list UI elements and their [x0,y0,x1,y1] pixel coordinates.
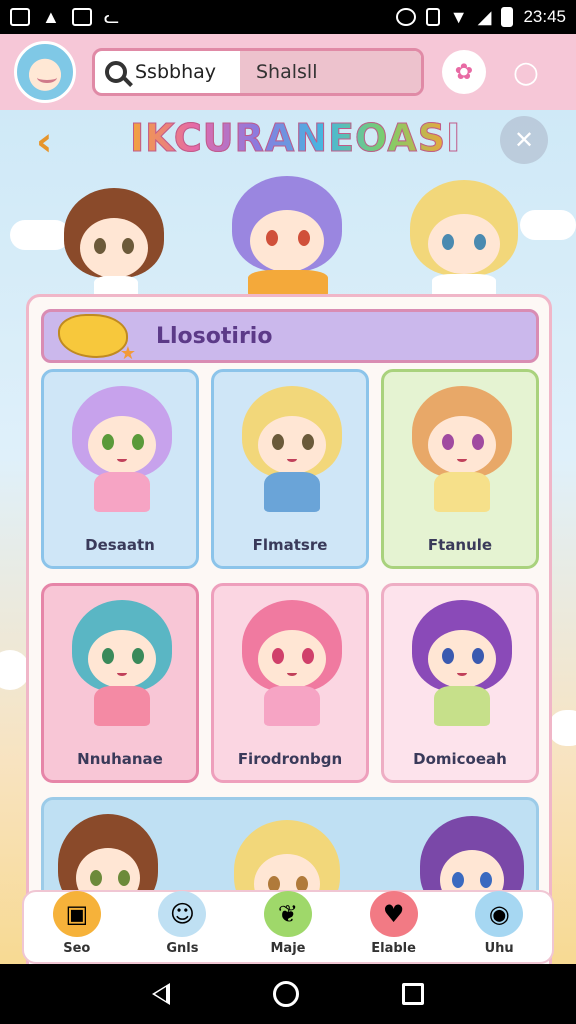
system-recents-icon[interactable] [402,983,425,1005]
nav-item-label: Elable [371,941,416,956]
page-title: IKCURANEOASI [130,116,462,161]
character-icon: ☺ [158,891,207,937]
nav-item[interactable]: ◉ Uhu [453,884,545,956]
blob-icon[interactable]: ✿ [442,50,486,94]
hero-character-purple [228,176,348,296]
search-tab[interactable]: Shalsll [240,51,421,93]
leaf-icon: ❦ [263,891,312,937]
candy-icon [58,314,136,364]
nav-item-label: Seo [63,941,91,956]
signal-icon: ◢ [477,6,492,27]
cloud-decoration [548,710,576,746]
character-card-label: Nnuhanae [77,750,163,768]
app-header: Ssbbhay Shalsll ✿ ○ [0,34,576,110]
hero-character-brown [60,188,170,298]
character-portrait [214,586,366,736]
drink-icon: ◉ [475,891,524,937]
character-card-label: Desaatn [85,536,155,554]
status-bar: ▲ ᓚ ▼ ◢ 23:45 [0,0,576,34]
nav-item[interactable]: ☺ Gnls [136,884,228,956]
character-portrait [384,586,536,736]
cat-icon: ᓚ [103,6,120,27]
character-portrait [384,372,536,522]
nav-item-label: Gnls [166,941,199,956]
character-card-label: Firodronbgn [237,750,343,768]
alarm-icon [395,8,416,26]
system-nav-bar [0,964,576,1024]
close-icon[interactable]: ✕ [500,116,548,164]
status-time: 23:45 [523,7,566,26]
section-header: Llosotirio [41,309,539,364]
photo-icon [71,8,92,26]
system-home-icon[interactable] [272,981,299,1007]
back-arrow-icon[interactable]: ‹ [36,122,68,162]
nav-item-label: Maje [270,941,306,956]
image-icon [10,8,30,26]
cloud-decoration [520,210,576,240]
character-card[interactable]: Desaatn [41,369,199,569]
balloon-icon[interactable]: ○ [504,50,548,94]
nav-item[interactable]: ▣ Seo [31,884,123,956]
hero-character-blonde [404,180,524,296]
notification-icon: ▲ [42,6,60,27]
character-card[interactable]: Domicoeah [381,583,539,783]
main-scene: ‹ IKCURANEOASI ✕ Llosotirio Desaatn Flmat… [0,110,576,980]
avatar[interactable] [14,41,76,103]
character-portrait [44,372,196,522]
battery-icon [501,7,514,27]
character-card[interactable]: Firodronbgn [211,583,369,783]
shopping-bag-icon: ▣ [52,891,101,937]
nav-item[interactable]: ❦ Maje [242,884,334,956]
character-card[interactable]: Ftanule [381,369,539,569]
character-card[interactable]: Nnuhanae [41,583,199,783]
nav-item-label: Uhu [484,941,514,956]
search-bar[interactable]: Ssbbhay Shalsll [92,48,424,96]
status-left-icons: ▲ ᓚ [10,7,119,28]
character-card-label: Flmatsre [252,536,328,554]
wifi-icon: ▼ [449,6,468,27]
search-icon [105,61,127,83]
nav-item[interactable]: ♥ Elable [348,884,440,956]
character-portrait [44,586,196,736]
character-card-label: Domicoeah [413,750,507,768]
character-portrait [214,372,366,522]
system-back-icon[interactable] [151,983,170,1005]
collection-panel: Llosotirio Desaatn Flmatsre Ftanule Nnuhana… [26,294,552,980]
vibrate-icon [425,8,440,26]
character-card[interactable]: Flmatsre [211,369,369,569]
section-title: Llosotirio [156,323,273,349]
search-field[interactable]: Ssbbhay [95,51,240,93]
status-right-icons: ▼ ◢ 23:45 [395,6,566,28]
character-card-label: Ftanule [427,536,493,554]
search-text: Ssbbhay [135,61,217,83]
bottom-nav: ▣ Seo ☺ Gnls ❦ Maje ♥ Elable ◉ Uhu [22,890,554,964]
heart-icon: ♥ [369,891,418,937]
